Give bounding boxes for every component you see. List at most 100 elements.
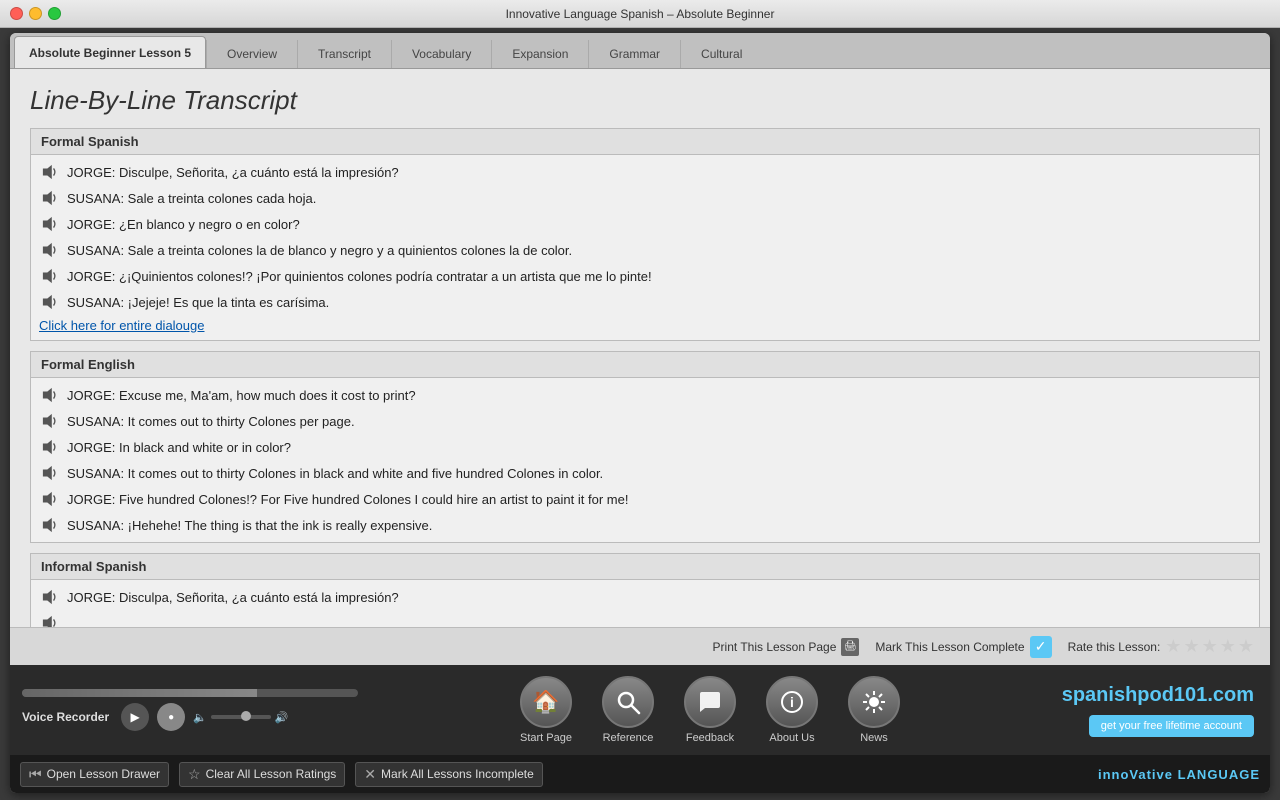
brand-name: spanishpod101.com bbox=[1062, 684, 1254, 707]
window-title: Innovative Language Spanish – Absolute B… bbox=[506, 7, 775, 21]
star-5[interactable]: ★ bbox=[1238, 636, 1254, 657]
feedback-icon[interactable] bbox=[684, 676, 736, 728]
tab-overview[interactable]: Overview bbox=[206, 40, 297, 68]
record-button[interactable]: ● bbox=[157, 703, 185, 731]
brand-inno: inno bbox=[1098, 767, 1129, 782]
transcript-en-line-3: JORGE: In black and white or in color? bbox=[67, 440, 291, 455]
transcript-line-1: JORGE: Disculpe, Señorita, ¿a cuánto est… bbox=[67, 165, 399, 180]
star-2[interactable]: ★ bbox=[1183, 636, 1199, 657]
transcript-row: JORGE: ¿En blanco y negro o en color? bbox=[31, 211, 1259, 237]
star-icon: ☆ bbox=[188, 766, 201, 783]
transcript-row: SUSANA: It comes out to thirty Colones p… bbox=[31, 408, 1259, 434]
audio-progress-bar[interactable] bbox=[22, 689, 358, 697]
tab-cultural[interactable]: Cultural bbox=[680, 40, 762, 68]
audio-button[interactable] bbox=[39, 385, 61, 405]
star-3[interactable]: ★ bbox=[1202, 636, 1218, 657]
transcript-en-line-1: JORGE: Excuse me, Ma'am, how much does i… bbox=[67, 388, 416, 403]
volume-slider-thumb[interactable] bbox=[241, 711, 251, 721]
nav-start-page[interactable]: 🏠 Start Page bbox=[520, 676, 572, 744]
star-rating[interactable]: ★ ★ ★ ★ ★ bbox=[1165, 636, 1254, 657]
transcript-row: SUSANA: Sale a treinta colones la de bla… bbox=[31, 237, 1259, 263]
audio-button[interactable] bbox=[39, 489, 61, 509]
about-us-icon[interactable]: i bbox=[766, 676, 818, 728]
tab-expansion[interactable]: Expansion bbox=[491, 40, 588, 68]
transcript-row: JORGE: Five hundred Colones!? For Five h… bbox=[31, 486, 1259, 512]
audio-button[interactable] bbox=[39, 463, 61, 483]
rate-section: Rate this Lesson: ★ ★ ★ ★ ★ bbox=[1068, 636, 1254, 657]
star-4[interactable]: ★ bbox=[1220, 636, 1236, 657]
news-icon[interactable] bbox=[848, 676, 900, 728]
tab-vocabulary[interactable]: Vocabulary bbox=[391, 40, 491, 68]
audio-button[interactable] bbox=[39, 411, 61, 431]
maximize-button[interactable] bbox=[48, 7, 61, 20]
audio-button[interactable] bbox=[39, 240, 61, 260]
brand-area: spanishpod101.com get your free lifetime… bbox=[1050, 684, 1270, 737]
bottom-nav: Voice Recorder ▶ ● 🔈 🔊 🏠 Start Page bbox=[10, 665, 1270, 755]
progress-fill bbox=[22, 689, 257, 697]
start-page-label: Start Page bbox=[520, 732, 572, 744]
audio-button[interactable] bbox=[39, 162, 61, 182]
nav-news[interactable]: News bbox=[848, 676, 900, 744]
nav-icons: 🏠 Start Page Reference Feedb bbox=[370, 676, 1050, 744]
title-bar: Innovative Language Spanish – Absolute B… bbox=[0, 0, 1280, 28]
mark-incomplete-button[interactable]: ✕ Mark All Lessons Incomplete bbox=[355, 762, 542, 787]
transcript-row: JORGE: In black and white or in color? bbox=[31, 434, 1259, 460]
footer-bar: ⏮ Open Lesson Drawer ☆ Clear All Lesson … bbox=[10, 755, 1270, 793]
start-page-icon[interactable]: 🏠 bbox=[520, 676, 572, 728]
tab-active[interactable]: Absolute Beginner Lesson 5 bbox=[14, 36, 206, 68]
brand-domain: .com bbox=[1207, 684, 1254, 706]
volume-slider-track[interactable] bbox=[211, 715, 271, 719]
star-1[interactable]: ★ bbox=[1165, 636, 1181, 657]
transcript-scroll[interactable]: Formal Spanish JORGE: Disculpe, Señorita… bbox=[10, 128, 1270, 627]
section-header-informal-spanish: Informal Spanish bbox=[31, 554, 1259, 580]
print-button[interactable]: Print This Lesson Page 🖨 bbox=[713, 638, 860, 656]
brand-cta-button[interactable]: get your free lifetime account bbox=[1089, 715, 1254, 737]
nav-feedback[interactable]: Feedback bbox=[684, 676, 736, 744]
feedback-label: Feedback bbox=[686, 732, 734, 744]
transcript-line-3: JORGE: ¿En blanco y negro o en color? bbox=[67, 217, 300, 232]
minimize-button[interactable] bbox=[29, 7, 42, 20]
close-button[interactable] bbox=[10, 7, 23, 20]
audio-button[interactable] bbox=[39, 266, 61, 286]
audio-button[interactable] bbox=[39, 214, 61, 234]
transcript-en-line-5: JORGE: Five hundred Colones!? For Five h… bbox=[67, 492, 628, 507]
action-bar: Print This Lesson Page 🖨 Mark This Lesso… bbox=[10, 627, 1270, 665]
audio-button[interactable] bbox=[39, 292, 61, 312]
nav-reference[interactable]: Reference bbox=[602, 676, 654, 744]
transcript-row: SUSANA: Sale a treinta colones cada hoja… bbox=[31, 185, 1259, 211]
audio-button[interactable] bbox=[39, 437, 61, 457]
transcript-row: JORGE: Disculpa, Señorita, ¿a cuánto est… bbox=[31, 584, 1259, 610]
scroll-container: Formal Spanish JORGE: Disculpe, Señorita… bbox=[10, 128, 1270, 627]
tab-grammar[interactable]: Grammar bbox=[588, 40, 680, 68]
audio-button[interactable] bbox=[39, 587, 61, 607]
recorder-controls: Voice Recorder ▶ ● 🔈 🔊 bbox=[22, 703, 358, 731]
reference-icon[interactable] bbox=[602, 676, 654, 728]
transcript-en-line-4: SUSANA: It comes out to thirty Colones i… bbox=[67, 466, 603, 481]
open-drawer-button[interactable]: ⏮ Open Lesson Drawer bbox=[20, 762, 169, 787]
transcript-line-4: SUSANA: Sale a treinta colones la de bla… bbox=[67, 243, 572, 258]
section-body-formal-spanish: JORGE: Disculpe, Señorita, ¿a cuánto est… bbox=[31, 155, 1259, 340]
nav-about-us[interactable]: i About Us bbox=[766, 676, 818, 744]
svg-text:i: i bbox=[790, 694, 794, 710]
volume-control[interactable]: 🔈 🔊 bbox=[193, 711, 288, 724]
dialog-link[interactable]: Click here for entire dialouge bbox=[31, 315, 1259, 336]
transcript-row: JORGE: Excuse me, Ma'am, how much does i… bbox=[31, 382, 1259, 408]
tab-transcript[interactable]: Transcript bbox=[297, 40, 391, 68]
transcript-en-line-2: SUSANA: It comes out to thirty Colones p… bbox=[67, 414, 355, 429]
page-title: Line-By-Line Transcript bbox=[10, 69, 1270, 128]
play-button[interactable]: ▶ bbox=[121, 703, 149, 731]
section-formal-english: Formal English JORGE: Excuse me, Ma'am, … bbox=[30, 351, 1260, 543]
audio-button[interactable] bbox=[39, 188, 61, 208]
audio-button[interactable] bbox=[39, 515, 61, 535]
clear-ratings-button[interactable]: ☆ Clear All Lesson Ratings bbox=[179, 762, 345, 787]
transcript-row: SUSANA: ¡Hehehe! The thing is that the i… bbox=[31, 512, 1259, 538]
transcript-row bbox=[31, 610, 1259, 627]
transcript-line-6: SUSANA: ¡Jejeje! Es que la tinta es carí… bbox=[67, 295, 329, 310]
complete-checkbox[interactable]: ✓ bbox=[1030, 636, 1052, 658]
complete-button[interactable]: Mark This Lesson Complete ✓ bbox=[875, 636, 1051, 658]
volume-low-icon: 🔈 bbox=[193, 711, 207, 724]
clear-ratings-label: Clear All Lesson Ratings bbox=[206, 767, 337, 781]
window-controls[interactable] bbox=[10, 7, 61, 20]
transcript-en-line-6: SUSANA: ¡Hehehe! The thing is that the i… bbox=[67, 518, 432, 533]
audio-button[interactable] bbox=[39, 613, 61, 627]
